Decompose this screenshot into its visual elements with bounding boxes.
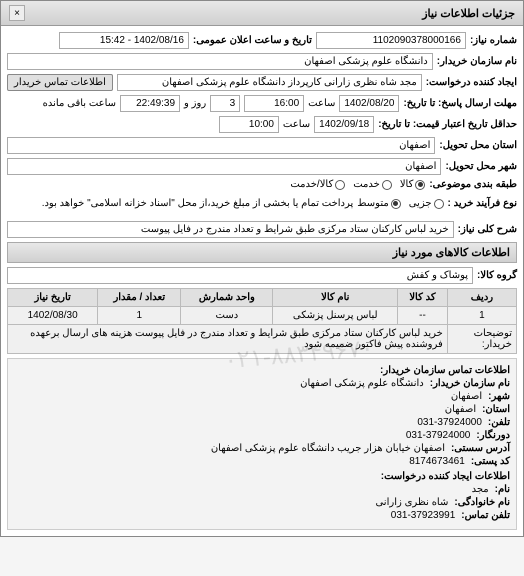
table-row: 1 -- لباس پرسنل پزشکی دست 1 1402/08/30	[8, 307, 517, 325]
purchase-type-label: نوع فرآیند خرید :	[448, 198, 517, 209]
col-unit: واحد شمارش	[181, 289, 273, 307]
radio-icon	[335, 180, 345, 190]
col-row: ردیف	[447, 289, 516, 307]
close-button[interactable]: ×	[9, 5, 25, 21]
contact-address-label: آدرس سستی:	[451, 443, 510, 454]
budget-radio-khedmat[interactable]: خدمت	[353, 179, 392, 190]
cell-row: 1	[447, 307, 516, 325]
creator-tel-label: تلفن تماس:	[461, 510, 510, 521]
province-label: استان محل تحویل:	[439, 140, 517, 151]
contact-info-button[interactable]: اطلاعات تماس خریدار	[7, 74, 113, 91]
contact-fax: 031-37924000	[406, 430, 471, 441]
purchase-radio-medium[interactable]: متوسط	[357, 198, 400, 209]
need-title-label: شرح کلی نیاز:	[458, 224, 517, 235]
contact-fax-label: دورنگار:	[476, 430, 510, 441]
contact-province-label: استان:	[482, 404, 510, 415]
budget-radio-both[interactable]: کالا/خدمت	[290, 179, 345, 190]
cell-name: لباس پرسنل پزشکی	[273, 307, 398, 325]
table-header-row: ردیف کد کالا نام کالا واحد شمارش تعداد /…	[8, 289, 517, 307]
desc-label: توضیحات خریدار:	[447, 325, 516, 354]
validity-label: حداقل تاریخ اعتبار قیمت: تا تاریخ:	[378, 119, 517, 130]
col-qty: تعداد / مقدار	[98, 289, 181, 307]
buyer-label: نام سازمان خریدار:	[437, 56, 517, 67]
radio-icon	[415, 180, 425, 190]
budget-radio-group: کالا خدمت کالا/خدمت	[290, 179, 425, 190]
creator-field: مجد شاه نظری زارانی کارپرداز دانشگاه علو…	[117, 74, 422, 91]
category-label: گروه کالا:	[477, 270, 517, 281]
cell-qty: 1	[98, 307, 181, 325]
cell-unit: دست	[181, 307, 273, 325]
public-date-label: تاریخ و ساعت اعلان عمومی:	[193, 35, 312, 46]
purchase-radio-minor[interactable]: جزیی	[409, 198, 444, 209]
city-label: شهر محل تحویل:	[445, 161, 517, 172]
validity-time-label: ساعت	[283, 119, 310, 130]
creator-name-label: نام:	[495, 484, 510, 495]
goods-section-header: اطلاعات کالاهای مورد نیاز	[7, 242, 517, 263]
title-bar: جزئیات اطلاعات نیاز ×	[1, 1, 523, 26]
public-date-field: 1402/08/16 - 15:42	[59, 32, 189, 49]
validity-time: 10:00	[219, 116, 279, 133]
budget-label: طبقه بندی موضوعی:	[429, 179, 517, 190]
remain-days: 3	[210, 95, 240, 112]
contact-postal: 8174673461	[409, 456, 465, 467]
desc-text: خرید لباس کارکنان ستاد مرکزی طبق شرایط و…	[8, 325, 448, 354]
creator-label: ایجاد کننده درخواست:	[426, 77, 517, 88]
contact-tel-label: تلفن:	[488, 417, 510, 428]
deadline-label: مهلت ارسال پاسخ: تا تاریخ:	[403, 98, 517, 109]
col-name: نام کالا	[273, 289, 398, 307]
contact-org-label: نام سازمان خریدار:	[430, 378, 510, 389]
radio-icon	[434, 199, 444, 209]
contact-org: دانشگاه علوم پزشکی اصفهان	[300, 378, 424, 389]
remain-days-label: روز و	[184, 98, 206, 109]
col-date: تاریخ نیاز	[8, 289, 98, 307]
table-desc-row: توضیحات خریدار: خرید لباس کارکنان ستاد م…	[8, 325, 517, 354]
validity-date: 1402/09/18	[314, 116, 374, 133]
contact-tel: 031-37924000	[417, 417, 482, 428]
contact-province: اصفهان	[445, 404, 476, 415]
deadline-time: 16:00	[244, 95, 304, 112]
radio-icon	[382, 180, 392, 190]
creator-header: اطلاعات ایجاد کننده درخواست:	[381, 471, 510, 482]
creator-family-label: نام خانوادگی:	[454, 497, 510, 508]
creator-family: شاه نظری زارانی	[375, 497, 448, 508]
contact-header: اطلاعات تماس سازمان خریدار:	[380, 365, 510, 376]
purchase-type-radio-group: جزیی متوسط	[357, 198, 443, 209]
buyer-field: دانشگاه علوم پزشکی اصفهان	[7, 53, 433, 70]
need-title-field: خرید لباس کارکنان ستاد مرکزی طبق شرایط و…	[7, 221, 454, 238]
cell-date: 1402/08/30	[8, 307, 98, 325]
deadline-date: 1402/08/20	[339, 95, 399, 112]
budget-radio-kala[interactable]: کالا	[400, 179, 426, 190]
contact-postal-label: کد پستی:	[471, 456, 510, 467]
col-code: کد کالا	[398, 289, 448, 307]
city-field: اصفهان	[7, 158, 441, 175]
contact-address: اصفهان خیابان هزار جریب دانشگاه علوم پزش…	[211, 443, 445, 454]
request-no-field: 1102090378000166	[316, 32, 466, 49]
window-title: جزئیات اطلاعات نیاز	[422, 7, 515, 20]
remain-suffix: ساعت باقی مانده	[43, 98, 116, 109]
request-no-label: شماره نیاز:	[470, 35, 517, 46]
creator-name: مجد	[472, 484, 489, 495]
cell-code: --	[398, 307, 448, 325]
radio-icon	[391, 199, 401, 209]
creator-tel: 031-37923991	[391, 510, 456, 521]
category-field: پوشاک و کفش	[7, 267, 473, 284]
deadline-time-label: ساعت	[308, 98, 335, 109]
contact-city-label: شهر:	[488, 391, 510, 402]
purchase-note: پرداخت تمام یا بخشی از مبلغ خرید،از محل …	[42, 198, 354, 209]
province-field: اصفهان	[7, 137, 435, 154]
goods-table: ردیف کد کالا نام کالا واحد شمارش تعداد /…	[7, 288, 517, 354]
remain-time: 22:49:39	[120, 95, 180, 112]
contact-city: اصفهان	[451, 391, 482, 402]
